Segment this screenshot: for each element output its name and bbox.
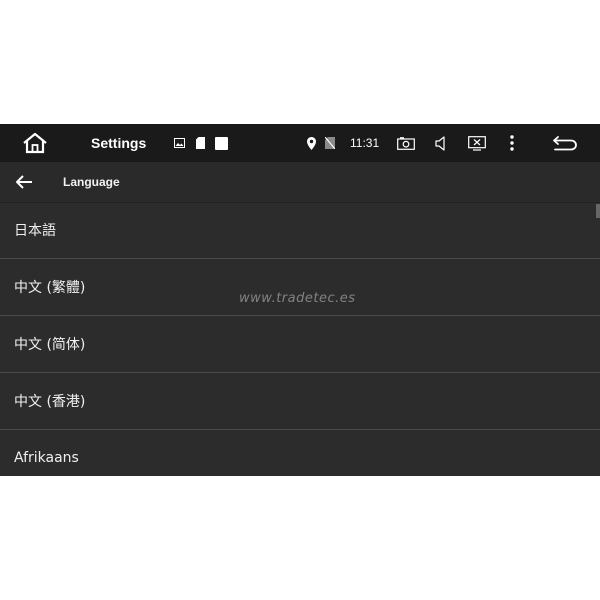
more-options-button[interactable] (509, 124, 515, 162)
android-screen: Settings 11:31 Language 日本語 中文 (繁體) 中文 (… (0, 124, 600, 476)
back-icon (553, 136, 577, 151)
clock: 11:31 (350, 136, 380, 150)
scrollbar-thumb[interactable] (596, 204, 600, 218)
list-item-language[interactable]: Afrikaans (0, 430, 600, 476)
app-toolbar: Language (0, 162, 600, 203)
home-button[interactable] (22, 124, 48, 162)
screen-off-icon (468, 135, 486, 151)
list-item-language[interactable]: 中文 (简体) (0, 316, 600, 373)
status-bar: Settings 11:31 (0, 124, 600, 162)
no-sim-icon (325, 124, 335, 162)
home-icon (23, 132, 47, 154)
image-icon (174, 124, 185, 162)
location-icon (307, 124, 316, 162)
more-vert-icon (510, 135, 514, 151)
list-item-language[interactable]: 中文 (繁體) (0, 259, 600, 316)
app-title: Settings (91, 135, 147, 151)
volume-icon (435, 135, 445, 151)
language-list: 日本語 中文 (繁體) 中文 (简体) 中文 (香港) Afrikaans (0, 202, 600, 476)
list-item-language[interactable]: 日本語 (0, 202, 600, 259)
sd-card-icon (196, 124, 205, 162)
arrow-back-icon[interactable] (14, 172, 34, 192)
volume-button[interactable] (435, 124, 447, 162)
list-item-language[interactable]: 中文 (香港) (0, 373, 600, 430)
camera-icon (397, 136, 415, 150)
camera-button[interactable] (397, 124, 415, 162)
page-title: Language (63, 175, 120, 189)
screen-off-button[interactable] (468, 124, 486, 162)
back-button[interactable] (552, 124, 578, 162)
square-icon (215, 124, 228, 162)
watermark: www.tradetec.es (239, 291, 356, 306)
